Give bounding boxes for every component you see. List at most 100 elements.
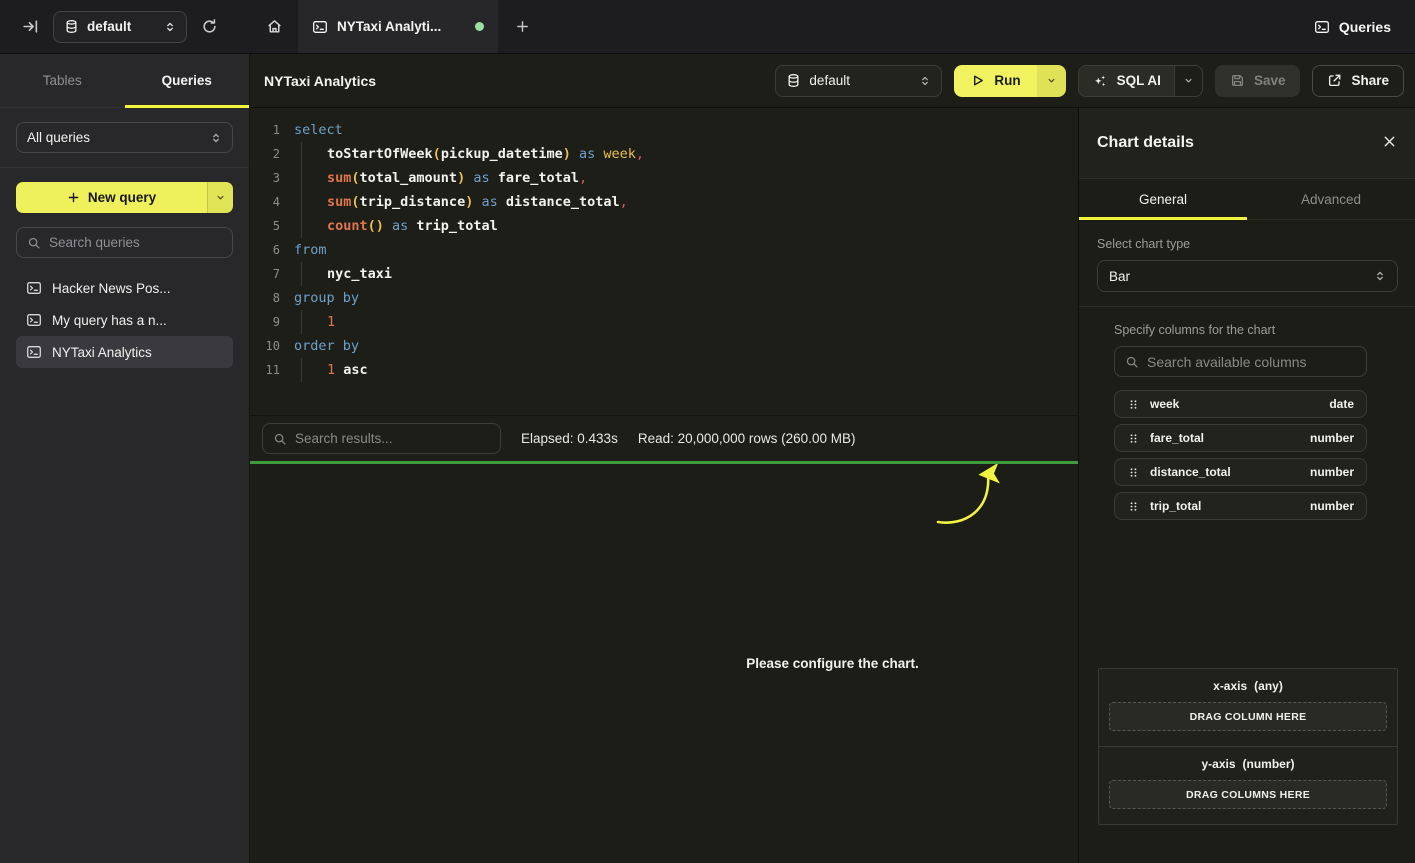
- updown-icon: [919, 75, 931, 87]
- drag-handle-icon[interactable]: [1127, 466, 1140, 479]
- panel-tabs: General Advanced: [1079, 179, 1415, 220]
- search-results-input[interactable]: [295, 431, 490, 446]
- search-results-box: [262, 423, 501, 454]
- page-title: NYTaxi Analytics: [264, 73, 376, 89]
- line-number: 5: [250, 214, 280, 238]
- code-line-text: select: [294, 118, 343, 142]
- home-icon: [266, 18, 283, 35]
- query-list-item[interactable]: Hacker News Pos...: [16, 272, 233, 304]
- column-name: distance_total: [1150, 465, 1300, 479]
- x-axis-constraint: (any): [1254, 679, 1283, 693]
- home-button[interactable]: [250, 0, 298, 53]
- column-type: number: [1310, 499, 1354, 513]
- tab-advanced[interactable]: Advanced: [1247, 179, 1415, 219]
- updown-icon: [210, 132, 222, 144]
- column-name: trip_total: [1150, 499, 1300, 513]
- line-number: 8: [250, 286, 280, 310]
- run-split-button: Run: [954, 65, 1065, 97]
- chevron-down-icon: [215, 192, 226, 203]
- sidebar-body: All queries New query: [0, 108, 249, 382]
- y-axis-header: y-axis(number): [1109, 757, 1387, 771]
- updown-icon: [1374, 270, 1386, 282]
- tab-queries[interactable]: Queries: [125, 54, 250, 107]
- x-axis-label: x-axis: [1213, 679, 1247, 693]
- tab-strip: NYTaxi Analyti...: [250, 0, 546, 53]
- search-queries-input[interactable]: [49, 235, 222, 250]
- chart-type-select[interactable]: Bar: [1097, 260, 1398, 292]
- run-database-selector[interactable]: default: [775, 65, 942, 97]
- column-chip[interactable]: distance_total number: [1114, 458, 1367, 486]
- updown-icon: [164, 21, 176, 33]
- x-axis-dropzone[interactable]: DRAG COLUMN HERE: [1109, 702, 1387, 731]
- tab-general[interactable]: General: [1079, 179, 1247, 219]
- line-number: 7: [250, 262, 280, 286]
- database-selector[interactable]: default: [53, 11, 187, 43]
- new-query-label: New query: [88, 190, 156, 205]
- plus-icon: [67, 191, 80, 204]
- column-chip[interactable]: trip_total number: [1114, 492, 1367, 520]
- query-filter-value: All queries: [27, 130, 210, 145]
- divider: [0, 167, 249, 168]
- code-line-text: 1 asc: [294, 358, 368, 382]
- line-number: 9: [250, 310, 280, 334]
- refresh-button[interactable]: [201, 18, 218, 35]
- column-chip-list: week date fare_total number distance_tot…: [1114, 390, 1367, 520]
- sql-ai-button[interactable]: SQL AI: [1079, 66, 1174, 96]
- code-line-text: 1: [294, 310, 335, 334]
- search-icon: [1125, 355, 1139, 369]
- top-bar: default NYTaxi Analyti...: [0, 0, 1415, 54]
- terminal-icon: [26, 344, 42, 360]
- columns-label: Specify columns for the chart: [1114, 323, 1367, 337]
- column-chip[interactable]: week date: [1114, 390, 1367, 418]
- new-tab-button[interactable]: [498, 0, 546, 53]
- play-icon: [970, 73, 985, 88]
- sql-ai-split-button: SQL AI: [1078, 65, 1203, 97]
- terminal-icon: [26, 312, 42, 328]
- y-axis-constraint: (number): [1243, 757, 1295, 771]
- line-number: 1: [250, 118, 280, 142]
- code-line-text: nyc_taxi: [294, 262, 392, 286]
- search-queries-box: [16, 227, 233, 258]
- refresh-icon: [201, 18, 218, 35]
- x-axis-section: x-axis (any) DRAG COLUMN HERE: [1099, 669, 1397, 746]
- annotation-arrow: [912, 464, 1042, 536]
- tab-nytaxi-analytics[interactable]: NYTaxi Analyti...: [298, 0, 498, 53]
- sql-ai-label: SQL AI: [1117, 73, 1161, 88]
- code-line-text: group by: [294, 286, 359, 310]
- share-button[interactable]: Share: [1312, 65, 1404, 97]
- y-axis-dropzone[interactable]: DRAG COLUMNS HERE: [1109, 780, 1387, 809]
- panel-close-button[interactable]: [1382, 134, 1397, 152]
- query-list-item[interactable]: My query has a n...: [16, 304, 233, 336]
- search-icon: [273, 432, 287, 446]
- column-chip[interactable]: fare_total number: [1114, 424, 1367, 452]
- search-icon: [27, 236, 41, 250]
- chart-details-panel: Chart details General Advanced Select ch…: [1078, 108, 1415, 863]
- column-name: week: [1150, 397, 1319, 411]
- drag-handle-icon[interactable]: [1127, 500, 1140, 513]
- columns-search-input[interactable]: [1147, 354, 1356, 370]
- chart-empty-message: Please configure the chart.: [746, 656, 919, 671]
- save-label: Save: [1254, 73, 1286, 88]
- query-list-item[interactable]: NYTaxi Analytics: [16, 336, 233, 368]
- rows-read-status: Read: 20,000,000 rows (260.00 MB): [638, 431, 856, 446]
- drag-handle-icon[interactable]: [1127, 398, 1140, 411]
- close-icon: [1382, 134, 1397, 149]
- new-query-button[interactable]: New query: [16, 182, 233, 213]
- new-query-dropdown[interactable]: [207, 182, 233, 213]
- x-axis-header: x-axis (any): [1109, 679, 1387, 693]
- tab-label: NYTaxi Analyti...: [337, 19, 466, 34]
- query-filter-select[interactable]: All queries: [16, 122, 233, 153]
- tab-tables[interactable]: Tables: [0, 54, 125, 107]
- panel-title: Chart details: [1097, 134, 1194, 152]
- queries-nav-button[interactable]: Queries: [1314, 19, 1391, 35]
- unsaved-indicator-dot: [475, 22, 484, 31]
- save-button[interactable]: Save: [1215, 65, 1301, 97]
- drag-handle-icon[interactable]: [1127, 432, 1140, 445]
- chevron-down-icon: [1183, 75, 1194, 86]
- run-button[interactable]: Run: [954, 65, 1036, 97]
- axes-config-box: x-axis (any) DRAG COLUMN HERE y-axis(numb…: [1098, 668, 1398, 825]
- code-line-text: count() as trip_total: [294, 214, 498, 238]
- sql-ai-options-button[interactable]: [1174, 66, 1202, 96]
- collapse-sidebar-button[interactable]: [22, 18, 39, 35]
- run-options-button[interactable]: [1037, 65, 1066, 97]
